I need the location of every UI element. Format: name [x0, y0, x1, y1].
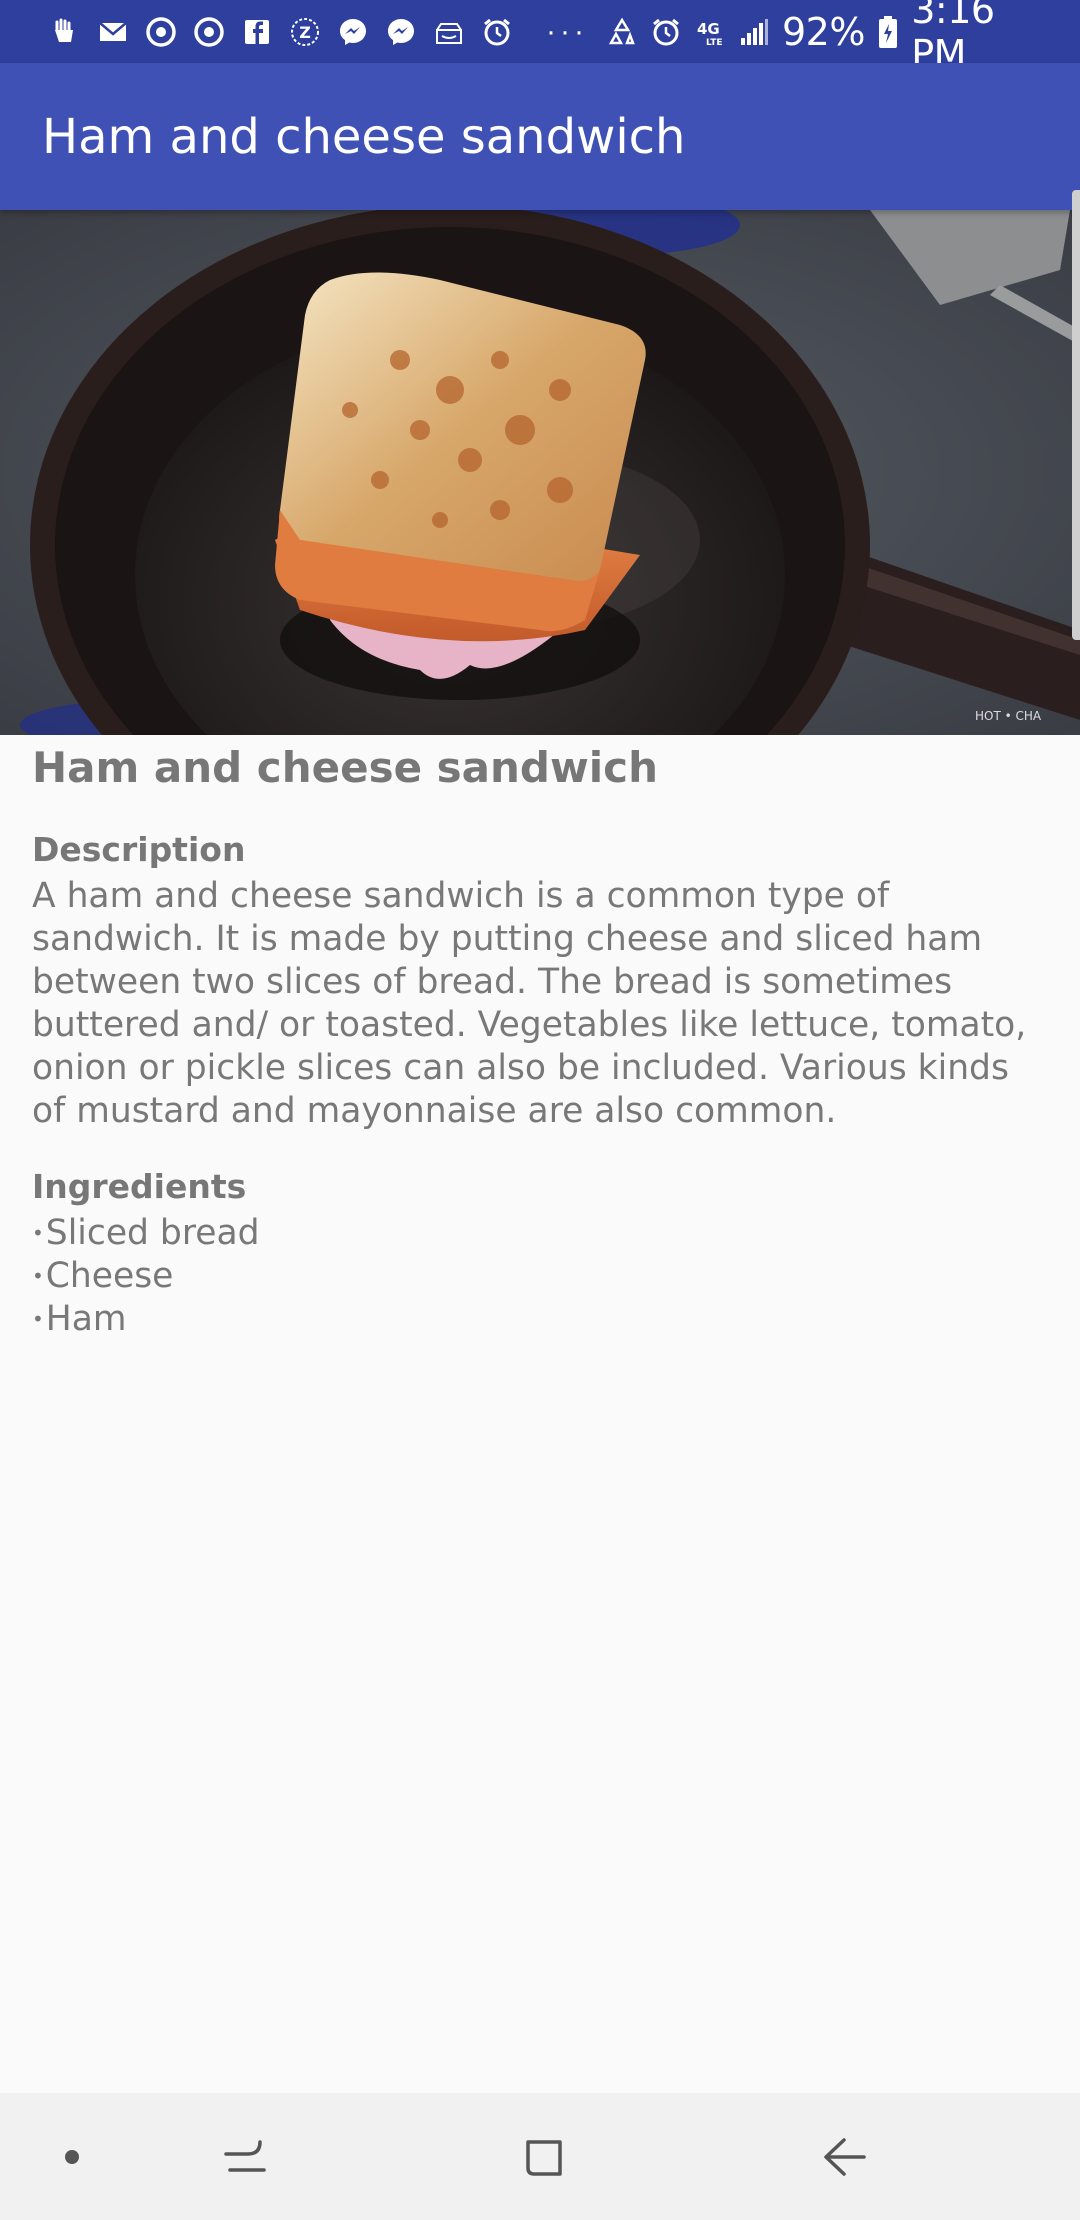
recent-apps-button[interactable] [210, 2093, 280, 2220]
ingredient-item: • Cheese [32, 1255, 1048, 1298]
ingredient-item: • Ham [32, 1298, 1048, 1341]
ingredient-label: Ham [45, 1299, 127, 1339]
recipe-description: A ham and cheese sandwich is a common ty… [32, 876, 1027, 1131]
ingredient-label: Cheese [45, 1256, 174, 1296]
app-bar: Ham and cheese sandwich [0, 63, 1080, 210]
app-bar-title: Ham and cheese sandwich [42, 108, 686, 165]
back-icon [824, 2137, 866, 2176]
notification-icons: Z ··· [48, 15, 606, 49]
bullet: • [32, 1221, 44, 1245]
target-icon [192, 15, 226, 49]
messenger-icon [384, 15, 418, 49]
dot-button[interactable] [52, 2093, 92, 2220]
more-notifications-indicator: ··· [546, 14, 588, 48]
description-heading: Description [32, 830, 246, 869]
hand-icon [48, 15, 82, 49]
4g-lte-icon: 4G LTE [694, 15, 726, 49]
scroll-indicator[interactable] [1072, 190, 1080, 640]
bullet: • [32, 1307, 44, 1331]
home-button[interactable] [510, 2093, 580, 2220]
recipe-content: Ham and cheese sandwich Description A ha… [32, 735, 1048, 1341]
z-badge-icon: Z [288, 15, 322, 49]
dot-icon [65, 2149, 79, 2164]
svg-text:4G: 4G [697, 20, 720, 38]
amazon-icon [432, 15, 466, 49]
recycle-icon [606, 15, 638, 49]
alarm-icon [650, 15, 682, 49]
status-bar: Z ··· 4G LTE 92% 3:16 PM [0, 0, 1080, 76]
battery-charging-icon [877, 15, 899, 49]
svg-text:LTE: LTE [706, 38, 723, 48]
ingredient-item: • Sliced bread [32, 1212, 1048, 1255]
facebook-icon [240, 15, 274, 49]
target-icon [144, 15, 178, 49]
bullet: • [32, 1264, 44, 1288]
back-button[interactable] [810, 2093, 880, 2220]
ingredients-heading: Ingredients [32, 1167, 247, 1206]
battery-percent: 92% [781, 9, 865, 54]
alarm-icon [480, 15, 514, 49]
recent-apps-icon [224, 2139, 266, 2172]
system-nav-bar [0, 2093, 1080, 2220]
recipe-title: Ham and cheese sandwich [32, 743, 658, 792]
svg-text:HOT • CHA: HOT • CHA [975, 709, 1042, 723]
home-icon [526, 2139, 562, 2176]
ingredient-label: Sliced bread [45, 1213, 260, 1253]
signal-icon [738, 15, 770, 49]
messenger-icon [336, 15, 370, 49]
mail-icon [96, 15, 130, 49]
svg-text:Z: Z [299, 23, 311, 42]
ingredient-list: • Sliced bread • Cheese • Ham [32, 1212, 1048, 1341]
recipe-photo: HOT • CHA [0, 210, 1080, 735]
